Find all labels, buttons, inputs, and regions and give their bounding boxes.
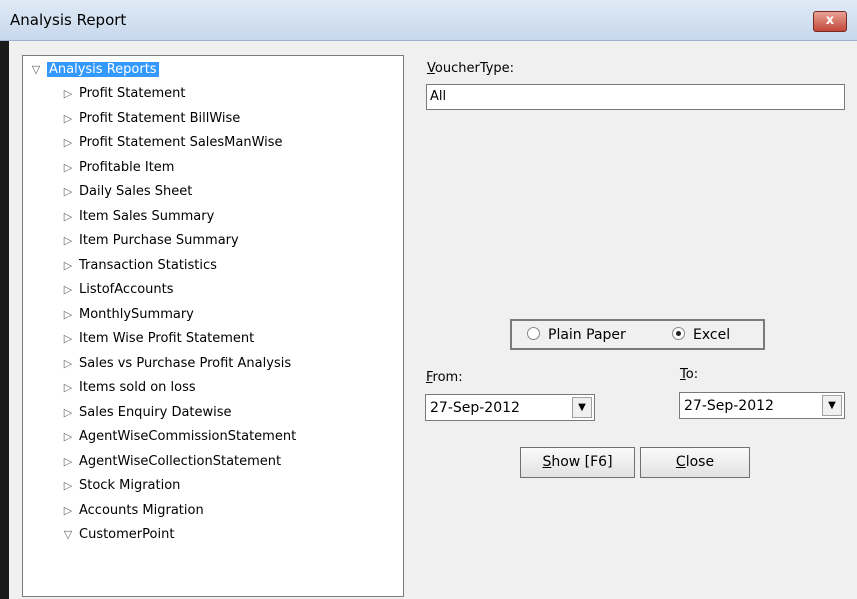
expanded-triangle-icon[interactable]: ▽ [61, 526, 75, 544]
tree-item[interactable]: ▷ AgentWiseCollectionStatement [61, 453, 281, 471]
tree-item-label: Accounts Migration [79, 502, 204, 518]
tree-root-label[interactable]: Analysis Reports [47, 62, 159, 77]
tree-item-label: ListofAccounts [79, 282, 174, 297]
vouchertype-label: VoucherType: [427, 61, 515, 76]
tree-item-label: Items sold on loss [79, 380, 196, 395]
tree-root-node[interactable]: ▽ Analysis Reports [29, 61, 159, 79]
to-dropdown-arrow-icon[interactable]: ▼ [822, 395, 842, 416]
collapsed-triangle-icon[interactable]: ▷ [61, 134, 75, 152]
collapsed-triangle-icon[interactable]: ▷ [61, 379, 75, 397]
window-title: Analysis Report [10, 11, 127, 29]
collapsed-triangle-icon[interactable]: ▷ [61, 85, 75, 103]
collapsed-triangle-icon[interactable]: ▷ [61, 355, 75, 373]
collapsed-triangle-icon[interactable]: ▷ [61, 453, 75, 471]
tree-item[interactable]: ▷ Item Wise Profit Statement [61, 330, 255, 348]
collapsed-triangle-icon[interactable]: ▷ [61, 110, 75, 128]
collapsed-triangle-icon[interactable]: ▷ [61, 257, 75, 275]
from-date-combo[interactable]: 27-Sep-2012 ▼ [425, 394, 595, 421]
collapsed-triangle-icon[interactable]: ▷ [61, 404, 75, 422]
radio-selected-icon[interactable] [672, 327, 685, 340]
tree-item-label: Sales vs Purchase Profit Analysis [79, 355, 292, 371]
collapsed-triangle-icon[interactable]: ▷ [61, 502, 75, 520]
tree-item[interactable]: ▷ Items sold on loss [61, 379, 196, 397]
vouchertype-field[interactable]: All [426, 84, 845, 110]
title-bar: Analysis Report x [0, 0, 857, 41]
tree-item-label: Stock Migration [79, 478, 181, 493]
plain-paper-radio[interactable]: Plain Paper [527, 327, 626, 343]
collapsed-triangle-icon[interactable]: ▷ [61, 306, 75, 324]
tree-item[interactable]: ▷ Daily Sales Sheet [61, 183, 193, 201]
tree-item-label: Daily Sales Sheet [79, 184, 193, 199]
tree-item[interactable]: ▷ Stock Migration [61, 477, 181, 495]
window-close-button[interactable]: x [813, 11, 847, 32]
tree-item[interactable]: ▷ Profit Statement [61, 85, 186, 103]
from-label: From: [426, 370, 463, 385]
left-edge-bar [0, 41, 9, 599]
tree-item[interactable]: ▷ Item Purchase Summary [61, 232, 239, 250]
tree-item[interactable]: ▷ Profitable Item [61, 159, 175, 177]
tree-item-label: Profit Statement [79, 86, 186, 101]
close-button[interactable]: Close [640, 447, 750, 478]
tree-item-label: Transaction Statistics [79, 257, 217, 273]
tree-item[interactable]: ▽ CustomerPoint [61, 526, 175, 544]
tree-item-label: MonthlySummary [79, 306, 194, 322]
tree-item[interactable]: ▷ MonthlySummary [61, 306, 194, 324]
tree-item-label: Item Sales Summary [79, 208, 215, 224]
tree-item[interactable]: ▷ Profit Statement SalesManWise [61, 134, 283, 152]
collapsed-triangle-icon[interactable]: ▷ [61, 183, 75, 201]
tree-item[interactable]: ▷ AgentWiseCommissionStatement [61, 428, 296, 446]
expanded-triangle-icon[interactable]: ▽ [29, 61, 43, 79]
radio-unselected-icon[interactable] [527, 327, 540, 340]
tree-item-label: AgentWiseCollectionStatement [79, 453, 282, 469]
tree-item-label: Profit Statement SalesManWise [79, 135, 283, 150]
output-format-group: Plain Paper Excel [510, 319, 765, 350]
tree-item-label: Profit Statement BillWise [79, 110, 241, 126]
tree-item[interactable]: ▷ Profit Statement BillWise [61, 110, 241, 128]
to-date-value: 27-Sep-2012 [684, 398, 774, 414]
tree-item[interactable]: ▷ Sales vs Purchase Profit Analysis [61, 355, 291, 373]
tree-item-label: Sales Enquiry Datewise [79, 404, 232, 420]
tree-item[interactable]: ▷ Sales Enquiry Datewise [61, 404, 232, 422]
collapsed-triangle-icon[interactable]: ▷ [61, 281, 75, 299]
report-tree[interactable]: ▽ Analysis Reports ▷ Profit Statement ▷ Prof… [22, 55, 404, 597]
collapsed-triangle-icon[interactable]: ▷ [61, 232, 75, 250]
tree-item[interactable]: ▷ Transaction Statistics [61, 257, 217, 275]
to-date-combo[interactable]: 27-Sep-2012 ▼ [679, 392, 845, 419]
collapsed-triangle-icon[interactable]: ▷ [61, 330, 75, 348]
tree-item[interactable]: ▷ Accounts Migration [61, 502, 204, 520]
tree-item-label: Profitable Item [79, 159, 175, 175]
show-button[interactable]: Show [F6] [520, 447, 635, 478]
tree-item-label: AgentWiseCommissionStatement [79, 429, 297, 444]
tree-item[interactable]: ▷ ListofAccounts [61, 281, 174, 299]
to-label: To: [680, 367, 699, 382]
from-dropdown-arrow-icon[interactable]: ▼ [572, 397, 592, 418]
collapsed-triangle-icon[interactable]: ▷ [61, 159, 75, 177]
tree-item-label: Item Wise Profit Statement [79, 331, 255, 346]
tree-item-label: Item Purchase Summary [79, 233, 239, 248]
excel-radio[interactable]: Excel [672, 327, 730, 343]
collapsed-triangle-icon[interactable]: ▷ [61, 428, 75, 446]
tree-item-label: CustomerPoint [79, 527, 175, 542]
collapsed-triangle-icon[interactable]: ▷ [61, 208, 75, 226]
tree-item[interactable]: ▷ Item Sales Summary [61, 208, 215, 226]
from-date-value: 27-Sep-2012 [430, 400, 520, 416]
collapsed-triangle-icon[interactable]: ▷ [61, 477, 75, 495]
